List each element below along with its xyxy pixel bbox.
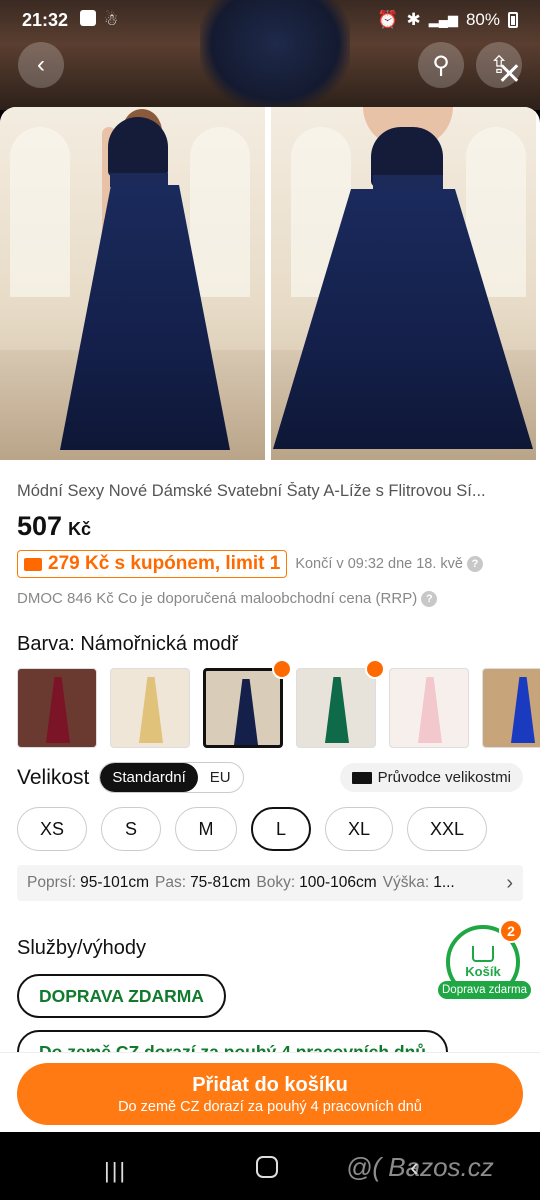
tab-eu[interactable]: EU	[198, 763, 243, 792]
back-nav-icon[interactable]: ‹	[410, 1152, 419, 1183]
recent-apps-icon[interactable]: |||	[104, 1158, 127, 1184]
hot-flame-icon	[272, 659, 292, 680]
cart-icon	[472, 945, 494, 962]
home-icon[interactable]	[256, 1156, 278, 1178]
search-icon: ⚲	[432, 51, 450, 79]
product-title[interactable]: Módní Sexy Nové Dámské Svatební Šaty A-L…	[17, 482, 523, 501]
close-icon[interactable]: ✕	[497, 60, 522, 90]
alarm-icon: ⏰	[377, 10, 399, 29]
signal-icon: ▂▄▆	[428, 12, 458, 27]
size-options: XS S M L XL XXL	[17, 807, 523, 852]
free-shipping-badge[interactable]: DOPRAVA ZDARMA	[17, 974, 226, 1019]
size-guide-label: Průvodce velikostmi	[377, 769, 511, 787]
color-swatches	[17, 659, 540, 749]
coupon-ticket-icon	[24, 557, 42, 571]
size-measurements[interactable]: Poprsí: 95-101cm Pas: 75-81cm Boky: 100-106…	[17, 865, 523, 902]
chevron-right-icon: ›	[500, 871, 513, 895]
system-nav-bar: ||| @( Bazos.cz ‹	[0, 1132, 540, 1200]
swatch-navy[interactable]	[203, 668, 283, 749]
ruler-icon	[351, 771, 372, 784]
chevron-left-icon: ‹	[37, 51, 45, 78]
cart-button[interactable]: Košík 2 Doprava zdarma	[438, 919, 534, 999]
cart-free-shipping: Doprava zdarma	[438, 981, 532, 999]
search-button[interactable]: ⚲	[418, 42, 464, 88]
product-photo-1[interactable]	[0, 107, 265, 460]
add-to-cart-button[interactable]: Přidat do košíku Do země CZ dorazí za po…	[17, 1063, 523, 1125]
size-l[interactable]: L	[251, 807, 311, 852]
battery-icon	[508, 12, 518, 28]
size-xxl[interactable]: XXL	[407, 807, 487, 852]
status-time: 21:32	[22, 9, 69, 30]
bluetooth-icon: ✱	[406, 10, 421, 29]
help-icon[interactable]: ?	[421, 591, 438, 608]
product-photo-2[interactable]	[271, 107, 536, 460]
add-to-cart-bar: Přidat do košíku Do země CZ dorazí za po…	[0, 1052, 540, 1132]
swatch-green[interactable]	[296, 668, 376, 749]
status-right: ⏰ ✱ ▂▄▆ 80%	[377, 10, 518, 30]
watermark: @( Bazos.cz	[346, 1152, 494, 1182]
cart-count-badge: 2	[499, 919, 523, 943]
status-bar: 21:32 ☃ ⏰ ✱ ▂▄▆ 80%	[0, 0, 540, 40]
coupon-text: 279 Kč s kupónem, limit 1	[48, 553, 281, 574]
cart-label: Košík	[465, 963, 501, 979]
add-to-cart-subtitle: Do země CZ dorazí za pouhý 4 pracovních …	[118, 1098, 422, 1115]
coupon-expiry: Končí v 09:32 dne 18. kvě ?	[295, 556, 484, 573]
swatch-burgundy[interactable]	[17, 668, 97, 749]
coupon-row: 279 Kč s kupónem, limit 1 Končí v 09:32 …	[17, 550, 523, 578]
app-notification-icon: ☃	[104, 12, 119, 29]
battery-text: 80%	[465, 10, 500, 29]
price-value: 507	[17, 511, 63, 541]
add-to-cart-label: Přidat do košíku	[192, 1073, 348, 1096]
back-button[interactable]: ‹	[18, 42, 64, 88]
product-price: 507 Kč	[17, 511, 523, 542]
size-system-toggle: Standardní EU	[99, 762, 244, 794]
swatch-royal-blue[interactable]	[482, 668, 540, 749]
swatch-pink[interactable]	[389, 668, 469, 749]
swatch-champagne[interactable]	[110, 668, 190, 749]
hot-flame-icon	[365, 659, 385, 680]
coupon-badge[interactable]: 279 Kč s kupónem, limit 1	[17, 550, 288, 578]
product-photos[interactable]	[0, 107, 540, 460]
size-guide-button[interactable]: Průvodce velikostmi	[339, 763, 523, 793]
rrp-info: DMOC 846 Kč Co je doporučená maloobchodn…	[17, 590, 523, 608]
size-m[interactable]: M	[175, 807, 237, 852]
tab-standard[interactable]: Standardní	[100, 763, 198, 793]
size-label: Velikost	[17, 765, 90, 789]
price-currency: Kč	[68, 519, 92, 539]
size-s[interactable]: S	[101, 807, 161, 852]
size-xs[interactable]: XS	[17, 807, 87, 852]
notification-icons: ☃	[80, 10, 118, 30]
product-sheet: Módní Sexy Nové Dámské Svatební Šaty A-L…	[0, 107, 540, 1132]
help-icon[interactable]: ?	[467, 556, 484, 573]
check-notification-icon	[80, 10, 97, 26]
size-header: Velikost Standardní EU Průvodce velikost…	[17, 762, 523, 794]
size-xl[interactable]: XL	[325, 807, 393, 852]
color-label: Barva: Námořnická modř	[17, 633, 239, 656]
